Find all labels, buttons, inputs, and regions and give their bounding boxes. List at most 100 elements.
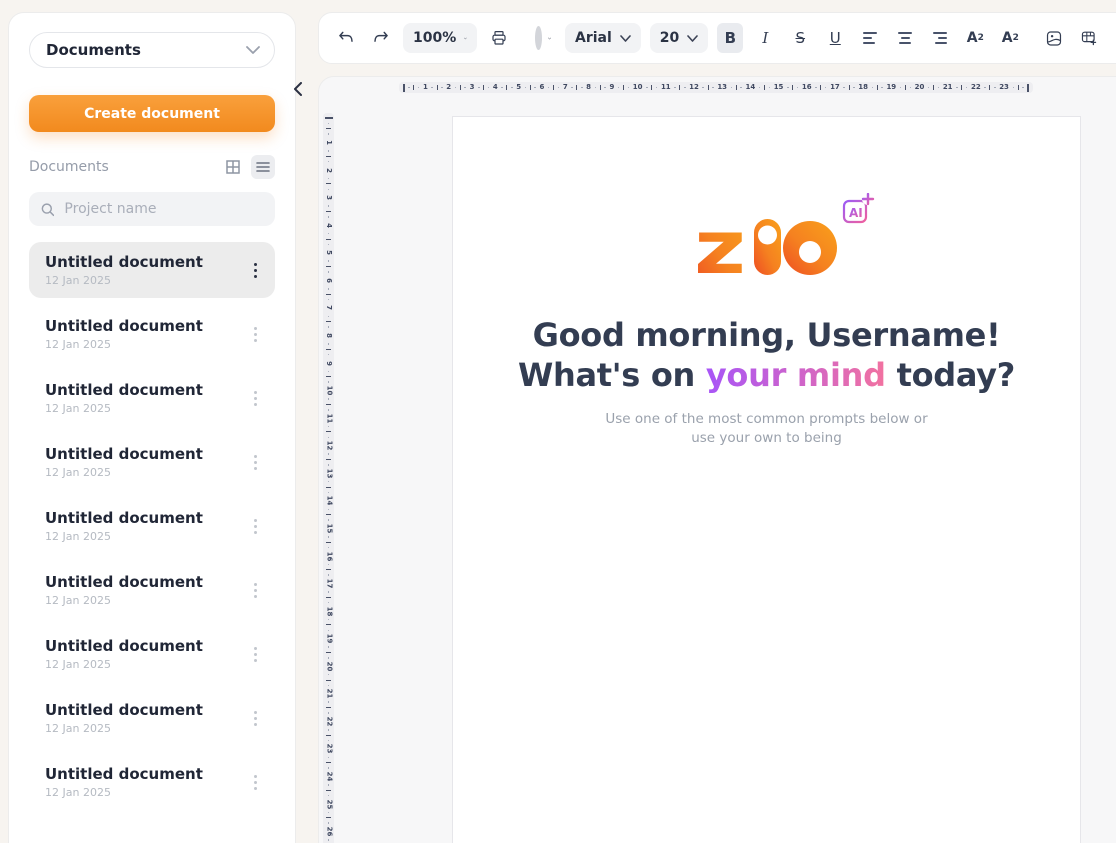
ruler-tick <box>326 487 331 488</box>
ruler-tick <box>820 85 821 90</box>
ruler-tick <box>328 685 330 687</box>
ruler-number: 22 <box>325 717 332 727</box>
kebab-menu-icon[interactable] <box>248 449 263 476</box>
vertical-ruler[interactable]: 1234567891011121314151617181920212223242… <box>323 113 334 843</box>
greeting-heading: Good morning, Username! What's on your m… <box>518 315 1015 395</box>
insert-image-button[interactable] <box>1041 23 1067 53</box>
ruler-number: 11 <box>325 413 332 423</box>
kebab-menu-icon[interactable] <box>248 705 263 732</box>
documents-dropdown[interactable]: Documents <box>29 32 275 68</box>
italic-button[interactable]: I <box>752 23 778 53</box>
kebab-menu-icon[interactable] <box>248 513 263 540</box>
bold-button[interactable]: B <box>717 23 743 53</box>
document-list-item[interactable]: Untitled document 12 Jan 2025 <box>29 562 275 618</box>
ruler-tick <box>328 189 330 191</box>
search-box[interactable] <box>29 192 275 226</box>
ruler-number: 14 <box>746 84 756 91</box>
ruler-tick <box>702 87 704 89</box>
ruler-number: 3 <box>470 84 475 91</box>
align-right-button[interactable] <box>927 23 953 53</box>
kebab-menu-icon[interactable] <box>248 385 263 412</box>
ruler-tick <box>328 178 330 180</box>
ruler-number: 23 <box>999 84 1009 91</box>
text-color-select[interactable] <box>530 23 556 53</box>
ruler-tick <box>506 85 507 90</box>
ruler-tick <box>994 87 996 89</box>
ruler-tick <box>460 85 461 90</box>
document-list-item[interactable]: Untitled document 12 Jan 2025 <box>29 306 275 362</box>
document-list-item[interactable]: Untitled document 12 Jan 2025 <box>29 242 275 298</box>
ruler-tick <box>769 87 771 89</box>
ruler-tick <box>483 85 484 90</box>
ruler-number: 7 <box>325 306 332 311</box>
ruler-tick <box>326 514 331 515</box>
ruler-tick <box>764 85 765 90</box>
ruler-tick <box>984 87 986 89</box>
underline-button[interactable]: U <box>822 23 848 53</box>
document-list-item[interactable]: Untitled document 12 Jan 2025 <box>29 626 275 682</box>
document-list-item[interactable]: Untitled document 12 Jan 2025 <box>29 498 275 554</box>
search-input[interactable] <box>64 201 263 217</box>
ruler-tick <box>511 87 513 89</box>
ruler-tick <box>1018 85 1019 90</box>
undo-button[interactable] <box>333 23 359 53</box>
document-list-item[interactable]: Untitled document 12 Jan 2025 <box>29 690 275 746</box>
chevron-down-icon <box>687 35 698 42</box>
ruler-tick <box>910 87 912 89</box>
svg-text:AI: AI <box>849 206 863 220</box>
document-title: Untitled document <box>45 317 203 335</box>
subscript-button[interactable]: A2 <box>997 23 1023 53</box>
kebab-menu-icon[interactable] <box>248 577 263 604</box>
print-button[interactable] <box>486 23 512 53</box>
ruler-tick <box>328 784 330 786</box>
sidebar-collapse-button[interactable] <box>288 78 306 100</box>
ruler-tick <box>328 233 330 235</box>
list-view-icon[interactable] <box>251 155 275 179</box>
ruler-tick <box>623 85 624 90</box>
ruler-tick <box>328 712 330 714</box>
kebab-menu-icon[interactable] <box>248 641 263 668</box>
document-title: Untitled document <box>45 765 203 783</box>
document-page[interactable]: z AI Good morning, Username! Wha <box>452 116 1081 843</box>
ruler-number: 18 <box>325 606 332 616</box>
ruler-tick <box>413 85 414 90</box>
superscript-button[interactable]: A2 <box>962 23 988 53</box>
ruler-number: 6 <box>325 278 332 283</box>
kebab-menu-icon[interactable] <box>248 769 263 796</box>
document-list-item[interactable]: Untitled document 12 Jan 2025 <box>29 434 275 490</box>
ruler-tick <box>328 205 330 207</box>
zoom-select[interactable]: 100% <box>403 23 477 53</box>
ruler-tick <box>792 85 793 90</box>
strikethrough-button[interactable]: S <box>787 23 813 53</box>
align-left-button[interactable] <box>857 23 883 53</box>
comment-button[interactable] <box>1111 23 1116 53</box>
document-title: Untitled document <box>45 637 203 655</box>
font-family-select[interactable]: Arial <box>565 23 641 53</box>
document-date: 12 Jan 2025 <box>45 530 203 543</box>
ruler-tick <box>418 87 420 89</box>
document-list-item[interactable]: Untitled document 12 Jan 2025 <box>29 370 275 426</box>
ruler-tick <box>328 216 330 218</box>
horizontal-ruler[interactable]: 1234567891011121314151617181920212223 <box>399 82 1033 93</box>
ruler-number: 15 <box>774 84 784 91</box>
redo-button[interactable] <box>368 23 394 53</box>
search-icon <box>41 202 54 217</box>
kebab-menu-icon[interactable] <box>248 321 263 348</box>
create-document-button[interactable]: Create document <box>29 95 275 132</box>
ruler-tick <box>581 87 583 89</box>
grid-view-icon[interactable] <box>221 155 245 179</box>
font-size-select[interactable]: 20 <box>650 23 708 53</box>
insert-table-button[interactable] <box>1076 23 1102 53</box>
ruler-number: 13 <box>717 84 727 91</box>
ruler-number: 8 <box>586 84 591 91</box>
kebab-menu-icon[interactable] <box>248 257 263 284</box>
ruler-number: 6 <box>540 84 545 91</box>
ruler-tick <box>571 87 573 89</box>
font-family-value: Arial <box>575 30 612 46</box>
ruler-tick <box>328 326 330 328</box>
ruler-number: 1 <box>423 84 428 91</box>
align-center-button[interactable] <box>892 23 918 53</box>
ruler-number: 10 <box>633 84 643 91</box>
greeting-subtitle: Use one of the most common prompts below… <box>605 410 927 448</box>
document-list-item[interactable]: Untitled document 12 Jan 2025 <box>29 754 275 810</box>
